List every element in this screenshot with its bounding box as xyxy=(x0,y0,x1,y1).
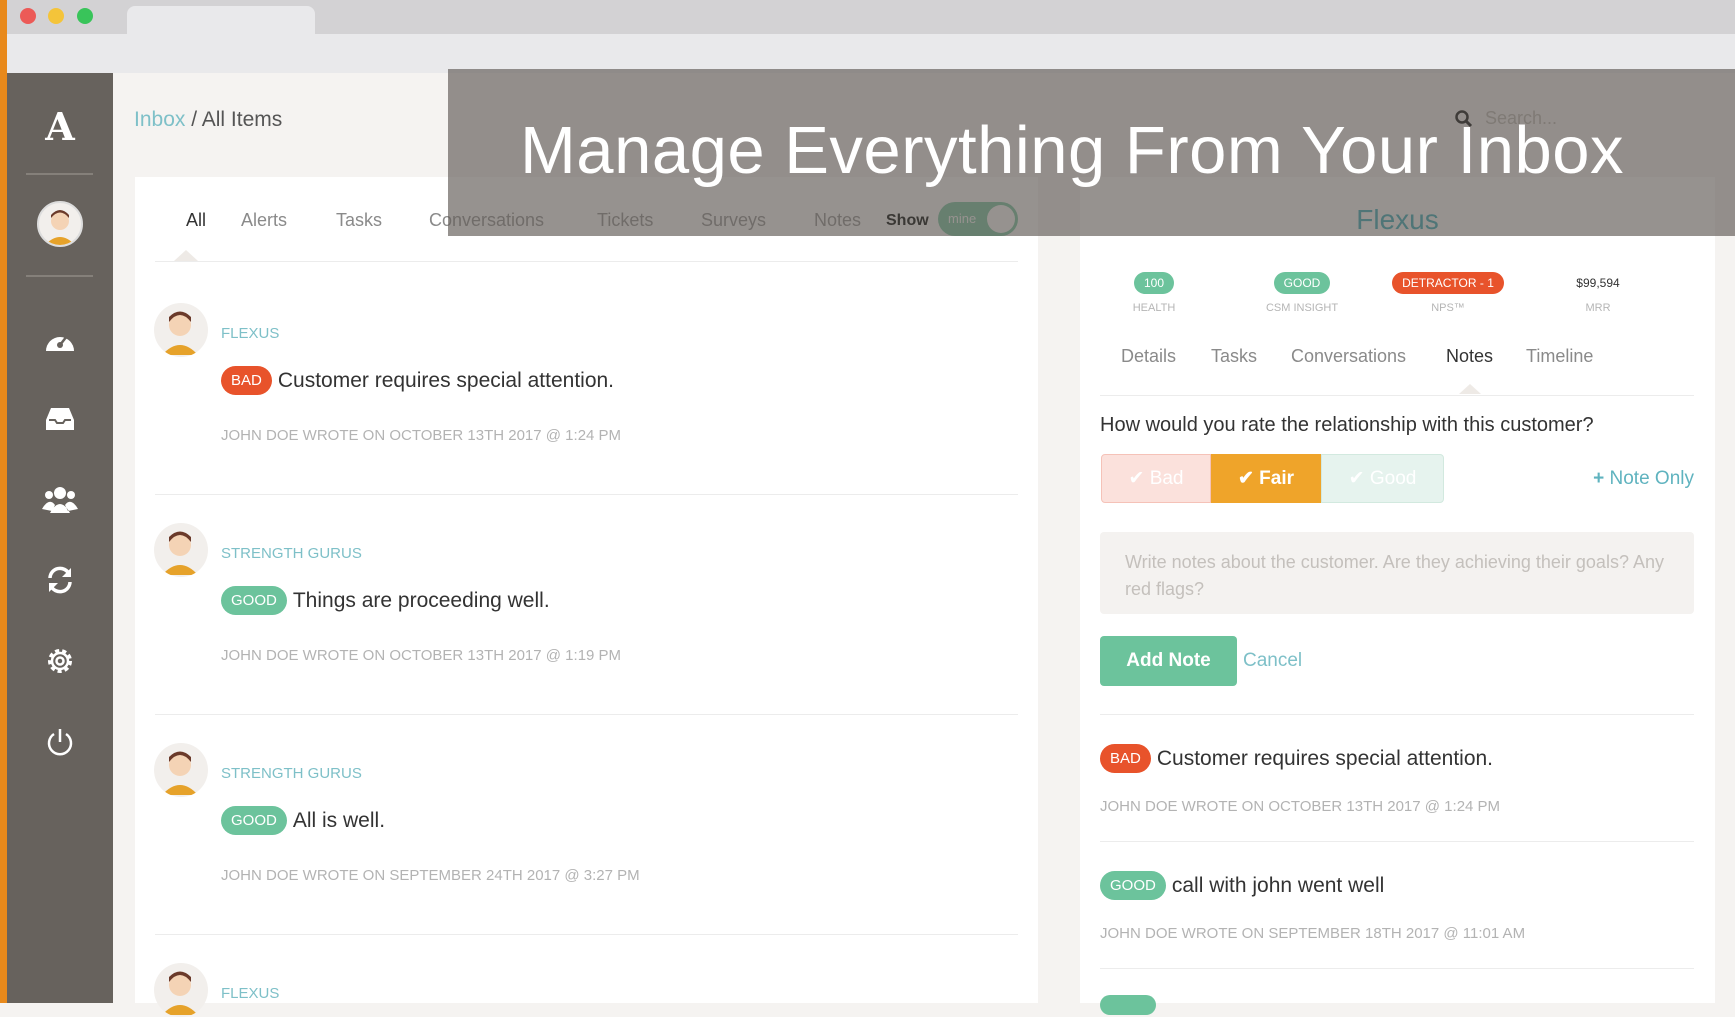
tab-tasks[interactable]: Tasks xyxy=(336,210,382,231)
detail-tab-details[interactable]: Details xyxy=(1121,346,1176,367)
browser-toolbar xyxy=(0,34,1735,73)
item-meta: JOHN DOE WROTE ON OCTOBER 13TH 2017 @ 1:… xyxy=(221,427,622,444)
item-avatar xyxy=(154,963,208,1017)
close-button[interactable] xyxy=(20,8,36,24)
sentiment-badge: GOOD xyxy=(221,586,287,615)
tab-alerts[interactable]: Alerts xyxy=(241,210,287,231)
item-divider xyxy=(155,494,1018,495)
item-meta: JOHN DOE WROTE ON OCTOBER 13TH 2017 @ 1:… xyxy=(221,647,622,664)
note-only-label: Note Only xyxy=(1609,468,1694,489)
rating-good-button[interactable]: ✔ Good xyxy=(1321,454,1444,503)
note-message: call with john went well xyxy=(1171,873,1385,897)
item-company[interactable]: FLEXUS xyxy=(221,985,279,1002)
inbox-list-item[interactable]: GOOD All is well. xyxy=(221,806,385,835)
maximize-button[interactable] xyxy=(77,8,93,24)
breadcrumb-current: All Items xyxy=(201,108,283,131)
item-message: Things are proceeding well. xyxy=(292,588,550,612)
rating-label: Good xyxy=(1369,467,1417,489)
breadcrumb: Inbox / All Items xyxy=(134,108,282,132)
item-divider xyxy=(155,934,1018,935)
power-icon[interactable] xyxy=(38,724,82,760)
add-note-button[interactable]: Add Note xyxy=(1100,636,1237,686)
detail-tab-conversations[interactable]: Conversations xyxy=(1291,346,1406,367)
dashboard-icon[interactable] xyxy=(38,322,82,358)
browser-tab[interactable] xyxy=(127,6,315,36)
partial-note-badge xyxy=(1100,995,1156,1015)
users-icon[interactable] xyxy=(38,481,82,517)
check-icon: ✔ xyxy=(1237,468,1260,489)
item-company[interactable]: STRENGTH GURUS xyxy=(221,765,362,782)
note-item: GOOD call with john went well xyxy=(1100,871,1384,900)
check-icon: ✔ xyxy=(1348,468,1370,489)
stat-label: MRR xyxy=(1585,302,1611,314)
stat-label: CSM INSIGHT xyxy=(1265,302,1339,314)
cancel-button[interactable]: Cancel xyxy=(1243,650,1302,672)
minimize-button[interactable] xyxy=(48,8,64,24)
item-divider xyxy=(155,714,1018,715)
sentiment-badge: GOOD xyxy=(1100,871,1166,900)
item-meta: JOHN DOE WROTE ON SEPTEMBER 24TH 2017 @ … xyxy=(221,867,640,884)
app-logo: A xyxy=(45,104,75,149)
window-accent-strip xyxy=(0,0,7,1003)
note-divider xyxy=(1100,968,1694,969)
inbox-list-item[interactable]: GOOD Things are proceeding well. xyxy=(221,586,550,615)
active-tab-caret xyxy=(174,250,198,261)
breadcrumb-inbox-link[interactable]: Inbox xyxy=(134,108,185,131)
item-company[interactable]: STRENGTH GURUS xyxy=(221,545,362,562)
inbox-icon[interactable] xyxy=(38,401,82,437)
item-message: Customer requires special attention. xyxy=(277,368,615,392)
note-meta: JOHN DOE WROTE ON OCTOBER 13TH 2017 @ 1:… xyxy=(1100,798,1501,815)
sentiment-badge: BAD xyxy=(1100,744,1151,773)
tabs-divider xyxy=(155,261,1018,262)
check-icon: ✔ xyxy=(1128,468,1150,489)
rating-fair-button[interactable]: ✔ Fair xyxy=(1211,454,1321,503)
plus-icon: + xyxy=(1593,468,1610,489)
sidebar-divider xyxy=(26,173,93,175)
promo-title: Manage Everything From Your Inbox xyxy=(520,113,1625,188)
item-message: All is well. xyxy=(292,808,386,832)
stat-label: NPS™ xyxy=(1431,302,1465,314)
active-tab-caret xyxy=(1459,384,1481,394)
item-avatar xyxy=(154,303,208,357)
sentiment-badge: GOOD xyxy=(221,806,287,835)
note-item: BAD Customer requires special attention. xyxy=(1100,744,1493,773)
sidebar-divider xyxy=(26,275,93,277)
stat-mrr: $99,594 MRR xyxy=(1533,272,1663,314)
note-meta: JOHN DOE WROTE ON SEPTEMBER 18TH 2017 @ … xyxy=(1100,925,1526,942)
stat-value: GOOD xyxy=(1273,272,1331,294)
stat-value: 100 xyxy=(1133,272,1175,294)
detail-tab-timeline[interactable]: Timeline xyxy=(1526,346,1593,367)
customer-name[interactable]: Flexus xyxy=(1330,204,1465,236)
sentiment-badge: BAD xyxy=(221,366,272,395)
item-avatar xyxy=(154,743,208,797)
rating-bad-button[interactable]: ✔ Bad xyxy=(1101,454,1211,503)
stat-value: $99,594 xyxy=(1576,276,1620,290)
note-textarea[interactable]: Write notes about the customer. Are they… xyxy=(1100,532,1694,614)
gear-icon[interactable] xyxy=(38,643,82,679)
stat-label: HEALTH xyxy=(1132,302,1176,314)
divider xyxy=(1100,714,1694,715)
stat-value: DETRACTOR - 1 xyxy=(1392,272,1504,294)
refresh-icon[interactable] xyxy=(38,562,82,598)
stat-health: 100 HEALTH xyxy=(1089,272,1219,314)
stat-csm-insight: GOOD CSM INSIGHT xyxy=(1237,272,1367,314)
detail-tab-notes[interactable]: Notes xyxy=(1446,346,1493,367)
note-divider xyxy=(1100,841,1694,842)
note-message: Customer requires special attention. xyxy=(1156,746,1494,770)
item-avatar xyxy=(154,523,208,577)
tab-all[interactable]: All xyxy=(186,210,206,231)
user-avatar[interactable] xyxy=(37,201,83,247)
note-only-button[interactable]: + Note Only xyxy=(1593,468,1694,490)
show-label: Show xyxy=(886,212,929,229)
rating-question: How would you rate the relationship with… xyxy=(1100,414,1594,436)
rating-label: Bad xyxy=(1149,467,1184,489)
item-company[interactable]: FLEXUS xyxy=(221,325,279,342)
detail-tab-tasks[interactable]: Tasks xyxy=(1211,346,1257,367)
breadcrumb-separator: / xyxy=(191,108,198,131)
rating-label: Fair xyxy=(1259,467,1295,489)
inbox-list-item[interactable]: BAD Customer requires special attention. xyxy=(221,366,614,395)
stat-nps-: DETRACTOR - 1 NPS™ xyxy=(1383,272,1513,314)
tabs-divider xyxy=(1100,395,1694,396)
